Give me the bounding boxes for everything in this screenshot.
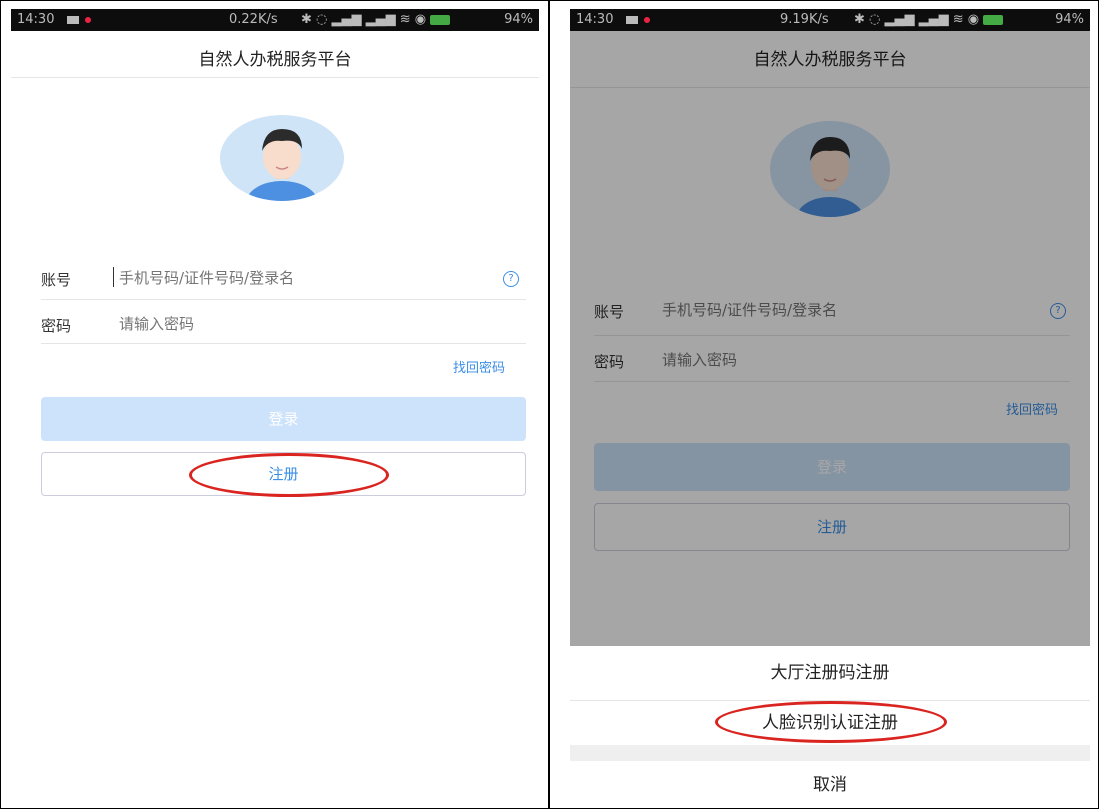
signal-icons: ✱ ◌ ▂▄▆ ▂▄▆ ≋ ◉ xyxy=(854,9,1006,31)
sheet-gap xyxy=(570,745,1090,761)
status-time: 14:30 xyxy=(17,12,55,27)
message-icon xyxy=(67,15,79,24)
password-label: 密码 xyxy=(41,317,72,335)
title-divider xyxy=(11,77,539,78)
login-button[interactable]: 登录 xyxy=(41,397,526,441)
page-title: 自然人办税服务平台 xyxy=(198,50,352,70)
battery-icon xyxy=(430,14,451,25)
status-net-speed: 0.22K/s xyxy=(229,12,278,27)
status-bar: 14:30 0.22K/s ✱ ◌ ▂▄▆ ▂▄▆ ≋ ◉ 94% xyxy=(11,9,539,31)
status-net-speed: 9.19K/s xyxy=(780,12,829,27)
left-screen: 14:30 0.22K/s ✱ ◌ ▂▄▆ ▂▄▆ ≋ ◉ 94% 自然人办税服… xyxy=(0,0,549,809)
status-battery: 94% xyxy=(1055,12,1084,27)
forgot-password-link[interactable]: 找回密码 xyxy=(453,357,505,376)
account-label: 账号 xyxy=(41,271,72,289)
account-divider xyxy=(41,299,526,300)
text-cursor xyxy=(113,267,114,287)
help-circle-icon[interactable]: ? xyxy=(503,271,519,287)
battery-icon xyxy=(983,14,1004,25)
sheet-option-face[interactable]: 人脸识别认证注册 xyxy=(570,701,1090,745)
right-screen: 14:30 9.19K/s ✱ ◌ ▂▄▆ ▂▄▆ ≋ ◉ 94% 自然人办税服… xyxy=(549,0,1099,809)
notification-icon xyxy=(644,16,650,23)
register-button[interactable]: 注册 xyxy=(41,452,526,496)
sheet-cancel-button[interactable]: 取消 xyxy=(570,761,1090,808)
notification-icon xyxy=(85,16,91,23)
status-battery: 94% xyxy=(504,12,533,27)
password-divider xyxy=(41,343,526,344)
dim-overlay[interactable] xyxy=(570,31,1090,646)
status-bar: 14:30 9.19K/s ✱ ◌ ▂▄▆ ▂▄▆ ≋ ◉ 94% xyxy=(570,9,1090,31)
sheet-option-hall-code[interactable]: 大厅注册码注册 xyxy=(570,646,1090,700)
status-time: 14:30 xyxy=(576,12,614,27)
signal-icons: ✱ ◌ ▂▄▆ ▂▄▆ ≋ ◉ xyxy=(301,9,453,31)
account-input[interactable] xyxy=(119,269,479,287)
password-input[interactable] xyxy=(119,315,479,333)
avatar-icon xyxy=(220,115,344,201)
message-icon xyxy=(626,15,638,24)
